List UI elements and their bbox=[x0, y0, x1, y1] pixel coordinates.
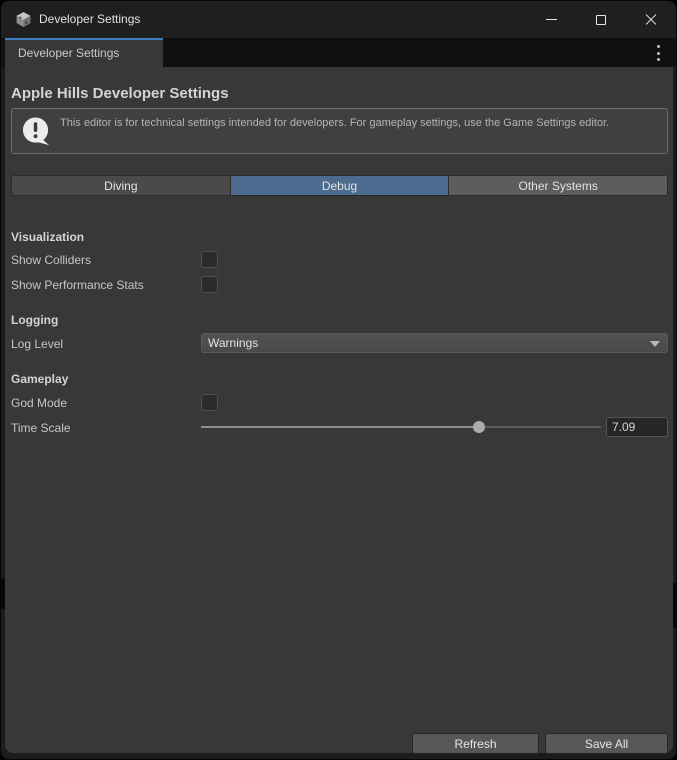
tab-developer-settings[interactable]: Developer Settings bbox=[5, 38, 163, 67]
log-level-dropdown[interactable]: Warnings bbox=[201, 333, 668, 353]
section-title-logging: Logging bbox=[11, 313, 58, 327]
editor-tabbar: Developer Settings bbox=[1, 38, 676, 67]
toolbar-tab-debug[interactable]: Debug bbox=[231, 176, 450, 195]
time-scale-slider[interactable] bbox=[201, 426, 601, 428]
minimize-icon bbox=[546, 19, 557, 20]
section-title-visualization: Visualization bbox=[11, 230, 84, 244]
show-performance-stats-label: Show Performance Stats bbox=[11, 278, 144, 292]
show-colliders-checkbox[interactable] bbox=[201, 251, 218, 268]
help-box-text: This editor is for technical settings in… bbox=[60, 116, 666, 131]
toolbar-tab-diving[interactable]: Diving bbox=[12, 176, 231, 195]
maximize-button[interactable] bbox=[576, 1, 626, 38]
minimize-button[interactable] bbox=[526, 1, 576, 38]
section-title-gameplay: Gameplay bbox=[11, 372, 68, 386]
settings-toolbar: Diving Debug Other Systems bbox=[11, 175, 668, 196]
log-level-label: Log Level bbox=[11, 337, 63, 351]
page-title: Apple Hills Developer Settings bbox=[11, 85, 229, 102]
show-performance-stats-checkbox[interactable] bbox=[201, 276, 218, 293]
time-scale-fill bbox=[201, 426, 479, 428]
log-level-value: Warnings bbox=[208, 334, 258, 352]
window-titlebar[interactable]: Developer Settings bbox=[1, 1, 676, 38]
kebab-menu-icon[interactable] bbox=[656, 45, 660, 61]
maximize-icon bbox=[596, 15, 606, 25]
toolbar-tab-other-systems[interactable]: Other Systems bbox=[449, 176, 667, 195]
developer-settings-window: Developer Settings Developer Settings Ap… bbox=[0, 0, 677, 760]
help-box: This editor is for technical settings in… bbox=[11, 108, 668, 154]
save-all-button[interactable]: Save All bbox=[545, 733, 668, 754]
unity-cube-icon bbox=[15, 11, 32, 28]
window-title: Developer Settings bbox=[39, 1, 140, 38]
settings-content: Apple Hills Developer Settings This edit… bbox=[5, 67, 673, 753]
god-mode-checkbox[interactable] bbox=[201, 394, 218, 411]
god-mode-label: God Mode bbox=[11, 396, 67, 410]
chevron-down-icon bbox=[650, 341, 660, 347]
refresh-button[interactable]: Refresh bbox=[412, 733, 539, 754]
time-scale-label: Time Scale bbox=[11, 421, 71, 435]
close-icon bbox=[645, 14, 657, 26]
info-bubble-icon bbox=[21, 116, 52, 147]
caption-buttons bbox=[526, 1, 676, 38]
close-button[interactable] bbox=[626, 1, 676, 38]
show-colliders-label: Show Colliders bbox=[11, 253, 91, 267]
time-scale-field[interactable]: 7.09 bbox=[606, 417, 668, 437]
time-scale-handle[interactable] bbox=[473, 421, 485, 433]
